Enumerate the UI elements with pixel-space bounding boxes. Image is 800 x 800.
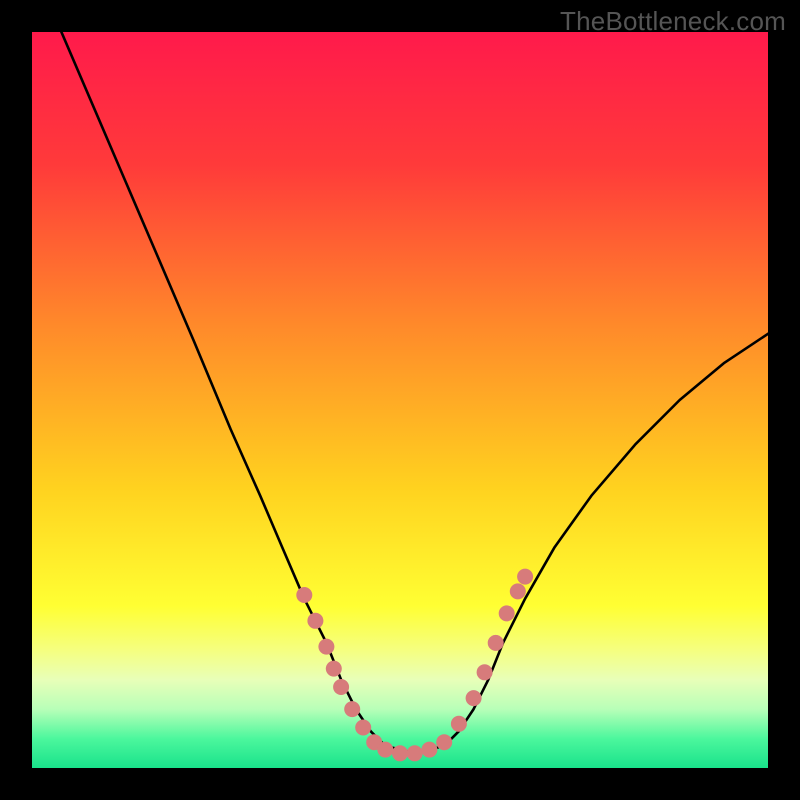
- highlight-dot: [466, 690, 482, 706]
- highlight-dot: [296, 587, 312, 603]
- highlight-dot: [510, 583, 526, 599]
- highlight-dot: [517, 569, 533, 585]
- highlight-dot: [392, 745, 408, 761]
- highlight-dot: [344, 701, 360, 717]
- highlight-dot: [318, 639, 334, 655]
- plot-area: [32, 32, 768, 768]
- highlight-dot: [488, 635, 504, 651]
- highlight-dot: [355, 720, 371, 736]
- highlight-dot: [407, 745, 423, 761]
- highlight-dot: [326, 661, 342, 677]
- gradient-background: [32, 32, 768, 768]
- highlight-dot: [333, 679, 349, 695]
- highlight-dot: [477, 664, 493, 680]
- highlight-dot: [377, 742, 393, 758]
- highlight-dot: [499, 605, 515, 621]
- highlight-dot: [436, 734, 452, 750]
- highlight-dot: [307, 613, 323, 629]
- chart-stage: TheBottleneck.com: [0, 0, 800, 800]
- highlight-dot: [451, 716, 467, 732]
- highlight-dot: [421, 742, 437, 758]
